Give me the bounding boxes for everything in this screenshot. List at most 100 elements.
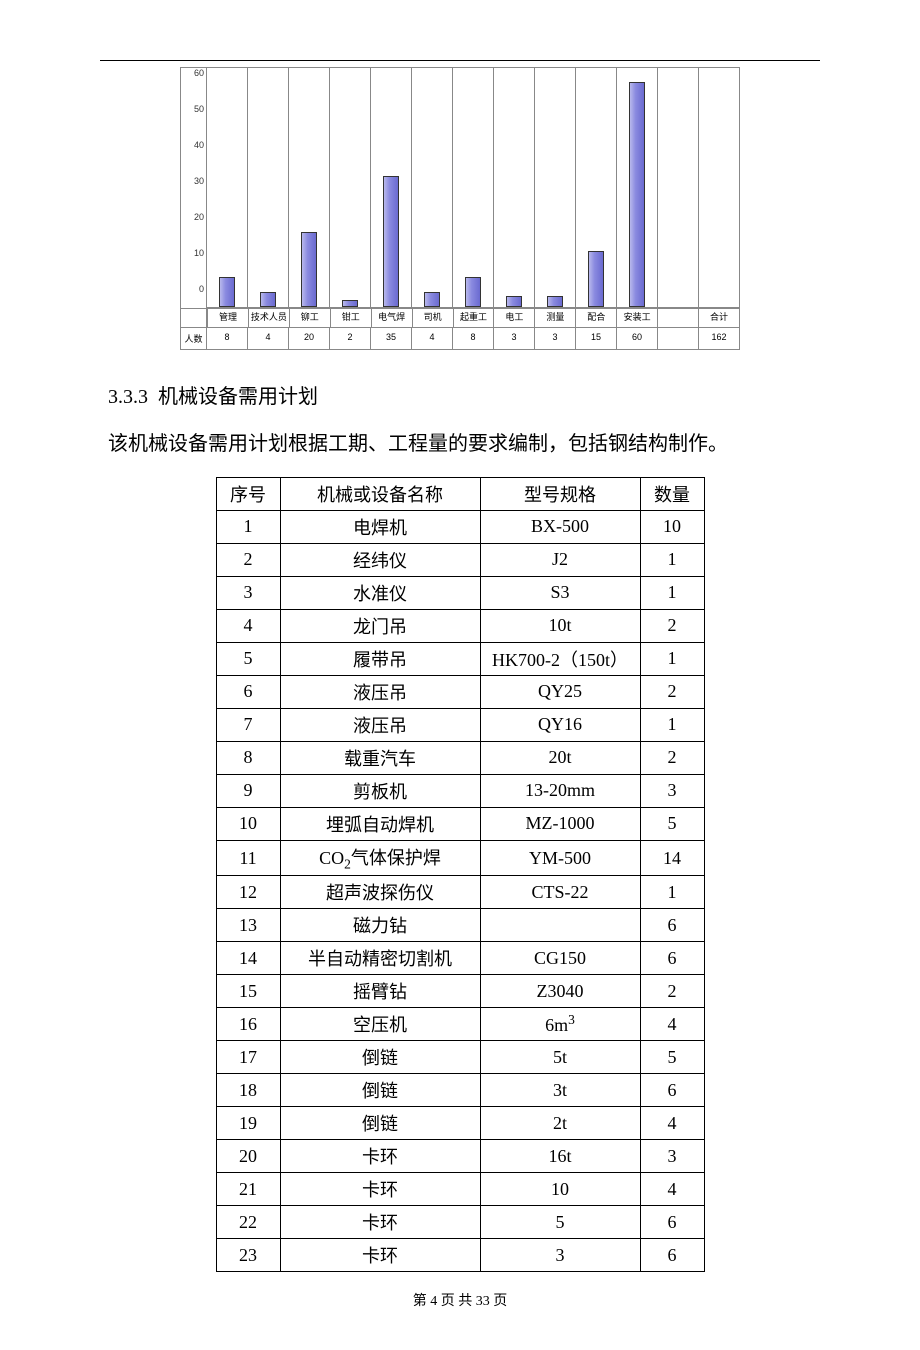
table-cell-spec: 5t [480,1041,640,1074]
table-cell-no: 8 [216,741,280,774]
chart-yaxis: 6050403020100 [181,68,207,308]
chart-column [616,68,657,308]
table-cell-qty: 1 [640,708,704,741]
chart-column [247,68,288,308]
chart-column [370,68,411,308]
table-cell-name: 埋弧自动焊机 [280,807,480,840]
xtick-label: 配合 [575,308,616,327]
table-cell-name: 磁力钻 [280,909,480,942]
chart-bar [219,277,235,307]
table-cell-name: 剪板机 [280,774,480,807]
table-cell-spec: CG150 [480,942,640,975]
table-cell-name: 液压吊 [280,675,480,708]
table-row: 9剪板机13-20mm3 [216,774,704,807]
table-cell-no: 13 [216,909,280,942]
table-cell-qty: 14 [640,840,704,876]
chart-column [575,68,616,308]
table-row: 5履带吊HK700-2（150t）1 [216,642,704,675]
table-cell-no: 5 [216,642,280,675]
table-cell-spec [480,909,640,942]
chart-bar [260,292,276,307]
th-spec: 型号规格 [480,477,640,510]
equipment-table: 序号 机械或设备名称 型号规格 数量 1电焊机BX-500102经纬仪J213水… [216,477,705,1273]
chart-data-cell: 3 [493,327,534,349]
th-no: 序号 [216,477,280,510]
chart-bar [629,82,645,307]
table-row: 7液压吊QY161 [216,708,704,741]
table-cell-name: 经纬仪 [280,543,480,576]
table-row: 22卡环56 [216,1206,704,1239]
table-cell-name: 载重汽车 [280,741,480,774]
chart-column [329,68,370,308]
chart-bar [465,277,481,307]
table-cell-spec: 2t [480,1107,640,1140]
xtick-label: 起重工 [453,308,494,327]
table-cell-qty: 2 [640,609,704,642]
chart-data-cell: 4 [411,327,452,349]
table-cell-no: 20 [216,1140,280,1173]
table-cell-qty: 1 [640,876,704,909]
table-cell-qty: 6 [640,1239,704,1272]
table-cell-qty: 4 [640,1107,704,1140]
chart-column [657,68,698,308]
chart-bar [383,176,399,307]
table-cell-spec: 3t [480,1074,640,1107]
table-cell-no: 21 [216,1173,280,1206]
table-cell-qty: 2 [640,675,704,708]
table-header-row: 序号 机械或设备名称 型号规格 数量 [216,477,704,510]
ytick: 0 [199,284,204,294]
table-cell-spec: YM-500 [480,840,640,876]
chart-data-cell: 15 [575,327,616,349]
table-row: 12超声波探伤仪CTS-221 [216,876,704,909]
xtick-label: 钳工 [330,308,371,327]
xtick-label: 合计 [698,308,739,327]
table-cell-name: 电焊机 [280,510,480,543]
chart-bar [506,296,522,307]
table-cell-no: 11 [216,840,280,876]
table-cell-qty: 6 [640,942,704,975]
table-row: 3水准仪S31 [216,576,704,609]
table-cell-no: 14 [216,942,280,975]
table-cell-name: 倒链 [280,1041,480,1074]
table-cell-name: 卡环 [280,1206,480,1239]
chart-data-cell: 162 [698,327,739,349]
table-cell-qty: 5 [640,807,704,840]
table-cell-name: 倒链 [280,1074,480,1107]
th-name: 机械或设备名称 [280,477,480,510]
table-cell-spec: 10t [480,609,640,642]
table-cell-name: 半自动精密切割机 [280,942,480,975]
xtick-label: 安装工 [616,308,657,327]
table-cell-no: 6 [216,675,280,708]
table-cell-name: 超声波探伤仪 [280,876,480,909]
chart-column [493,68,534,308]
table-cell-name: 摇臂钻 [280,975,480,1008]
table-cell-spec: 20t [480,741,640,774]
table-row: 14半自动精密切割机CG1506 [216,942,704,975]
page-footer: 第 4 页 共 33 页 [100,1290,820,1310]
chart-data-cell: 4 [247,327,288,349]
xtick-label: 电气焊 [371,308,412,327]
table-row: 11CO2气体保护焊YM-50014 [216,840,704,876]
ytick: 50 [194,104,204,114]
table-cell-no: 19 [216,1107,280,1140]
table-cell-spec: 16t [480,1140,640,1173]
table-cell-name: CO2气体保护焊 [280,840,480,876]
table-cell-spec: CTS-22 [480,876,640,909]
xtick-label: 司机 [412,308,453,327]
table-cell-qty: 1 [640,642,704,675]
chart-data-cell: 20 [288,327,329,349]
table-cell-no: 16 [216,1008,280,1041]
table-cell-spec: HK700-2（150t） [480,642,640,675]
table-row: 17倒链5t5 [216,1041,704,1074]
table-cell-spec: 5 [480,1206,640,1239]
chart-data-cell: 60 [616,327,657,349]
table-row: 6液压吊QY252 [216,675,704,708]
section-number: 3.3.3 [108,386,148,408]
ytick: 10 [194,248,204,258]
table-row: 4龙门吊10t2 [216,609,704,642]
table-cell-no: 4 [216,609,280,642]
section-title: 机械设备需用计划 [158,386,318,408]
chart-column [207,68,247,308]
table-cell-spec: 3 [480,1239,640,1272]
table-cell-qty: 3 [640,1140,704,1173]
